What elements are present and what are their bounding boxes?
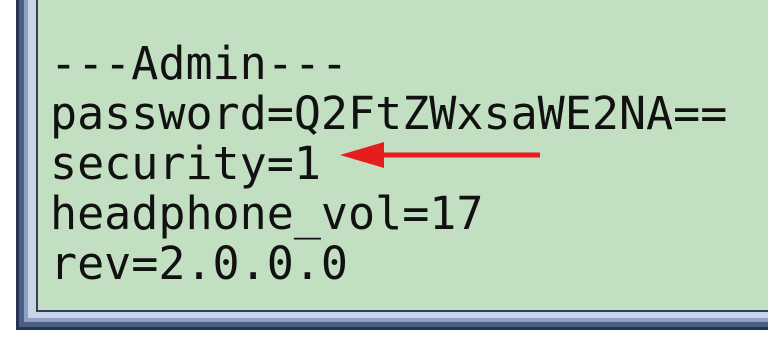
security-line: security=1 [50, 137, 321, 190]
screenshot-crop: ---Admin--- password=Q2FtZWxsaWE2NA== se… [0, 0, 768, 337]
text-editor-area[interactable]: ---Admin--- password=Q2FtZWxsaWE2NA== se… [36, 0, 768, 312]
rev-line: rev=2.0.0.0 [50, 237, 349, 290]
headphone-vol-line: headphone_vol=17 [50, 187, 484, 240]
section-header-line: ---Admin--- [50, 37, 349, 90]
password-line: password=Q2FtZWxsaWE2NA== [50, 87, 728, 140]
